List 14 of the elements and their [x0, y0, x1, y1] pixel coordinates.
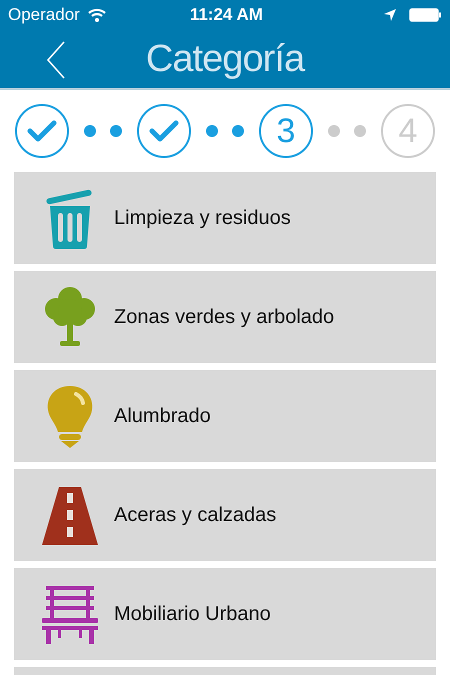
- location-arrow-icon: [383, 8, 397, 22]
- battery-icon: [409, 8, 442, 22]
- carrier-name: Operador: [8, 4, 80, 26]
- category-card[interactable]: Alumbrado: [14, 370, 436, 462]
- page-title: Categoría: [146, 36, 304, 82]
- category-card[interactable]: Limpieza y residuos: [14, 172, 436, 264]
- wifi-icon: [88, 8, 106, 22]
- clock-time: 11:24 AM: [190, 4, 263, 26]
- category-card[interactable]: Aceras y calzadas: [14, 469, 436, 561]
- step-number: 3: [258, 104, 313, 158]
- completed-step-icon: [15, 104, 69, 158]
- category-card[interactable]: Zonas verdes y arbolado: [14, 271, 436, 363]
- completed-step-icon: [136, 104, 191, 158]
- category-card[interactable]: Mobiliario Urbano: [14, 568, 436, 660]
